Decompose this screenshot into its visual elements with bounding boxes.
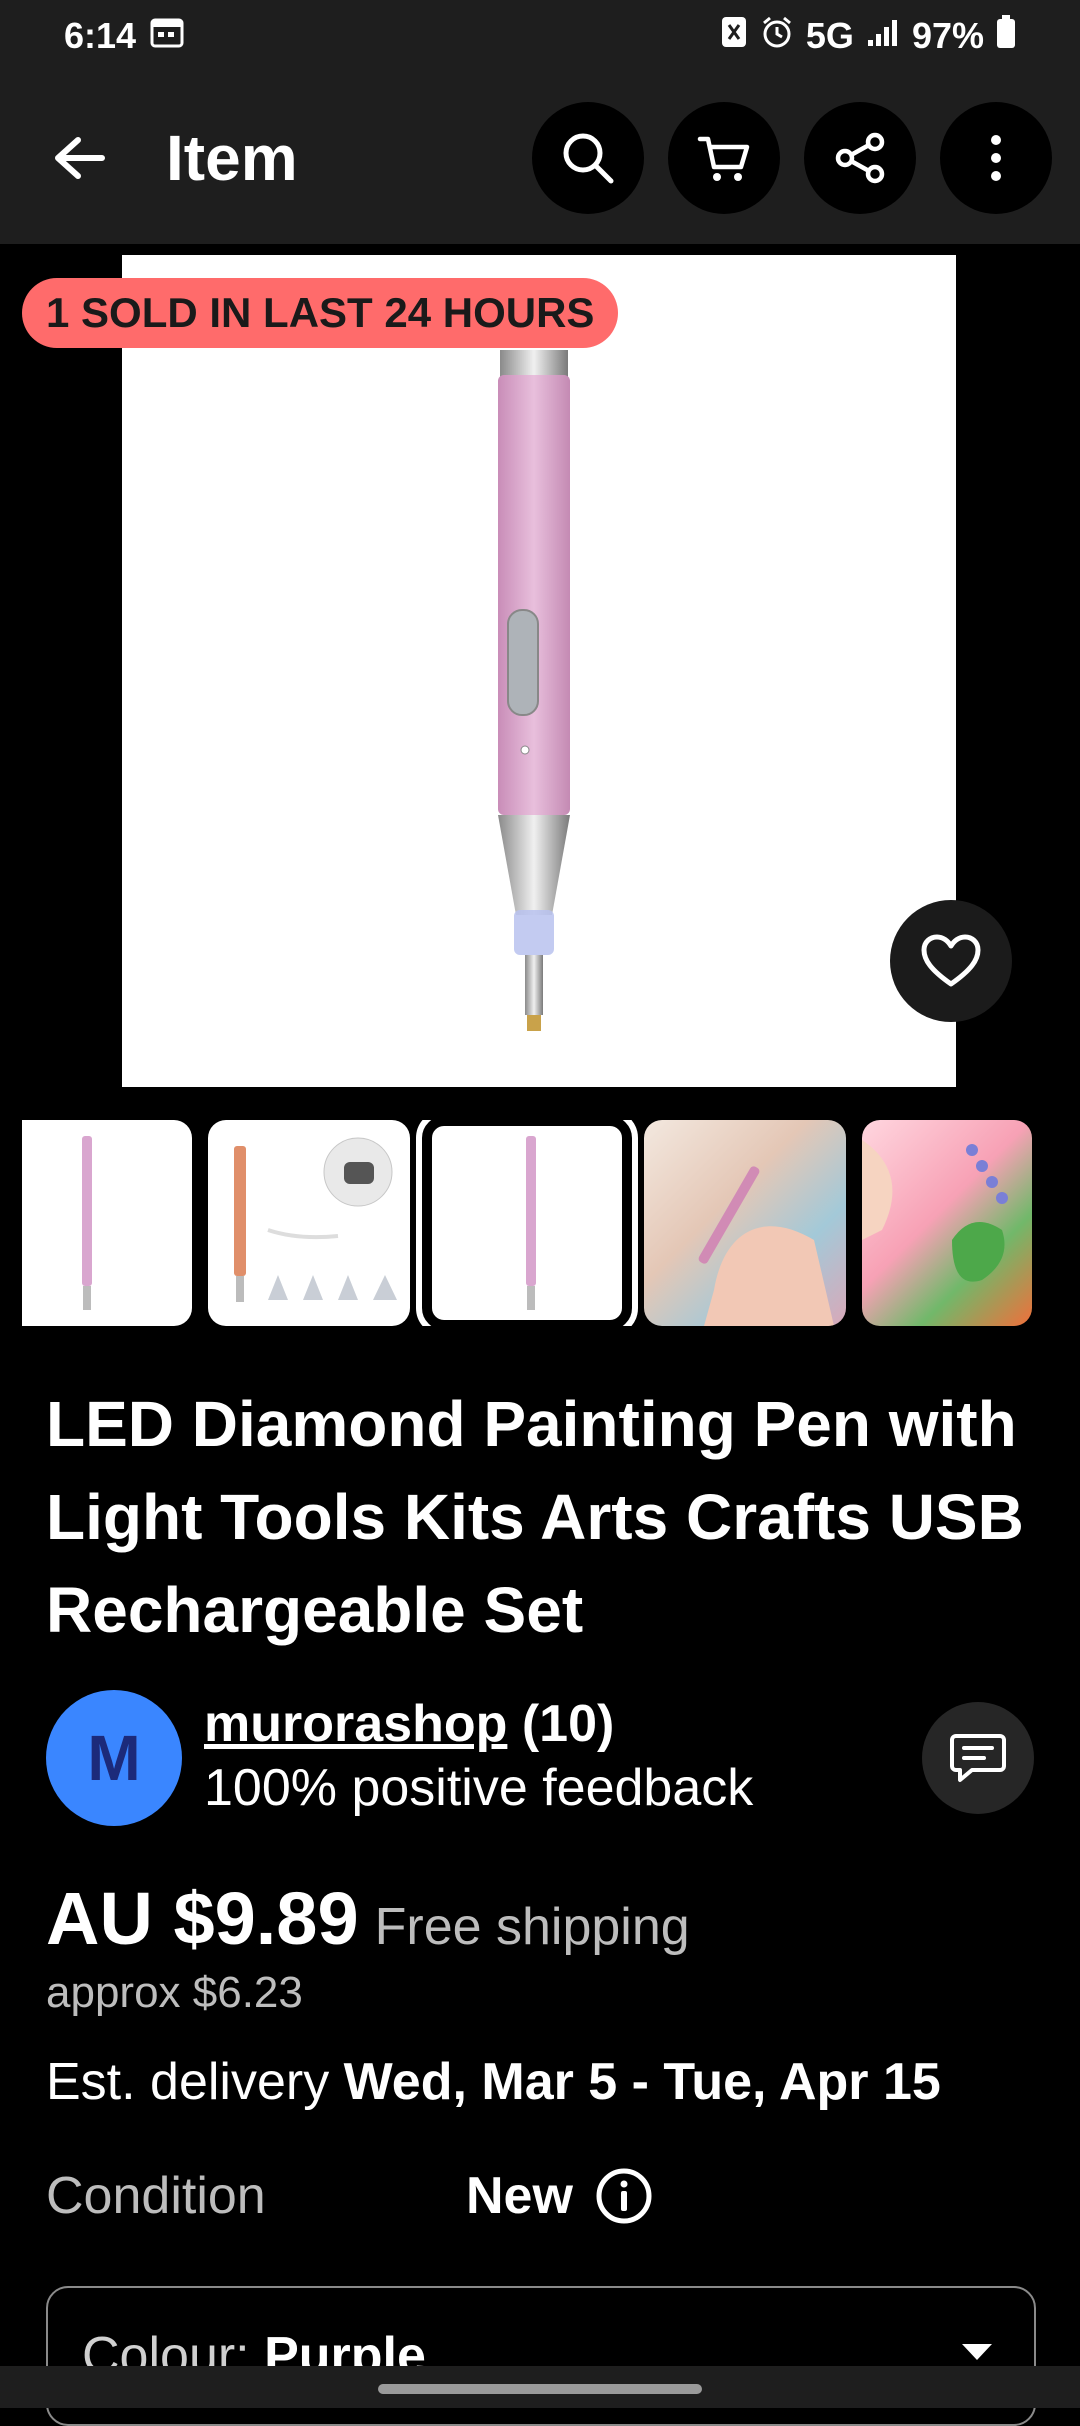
contact-seller-button[interactable]	[922, 1702, 1034, 1814]
info-icon	[596, 2168, 652, 2224]
shipping-cost: Free shipping	[374, 1898, 690, 1956]
message-icon	[950, 1734, 1006, 1782]
status-time: 6:14	[64, 15, 137, 56]
watchlist-button[interactable]	[890, 900, 1012, 1022]
seller-info: M murorashop (10) 100% positive feedback	[46, 1690, 1046, 1826]
more-vertical-icon	[991, 135, 1001, 181]
condition-row: Condition New	[46, 2160, 1046, 2232]
estimated-delivery: Est. delivery Wed, Mar 5 - Tue, Apr 15	[46, 2052, 941, 2112]
seller-feedback-percent: 100% positive feedback	[204, 1759, 754, 1817]
product-title: LED Diamond Painting Pen with Light Tool…	[46, 1388, 1024, 1646]
status-bar: 6:14 5G 97%	[0, 0, 1080, 72]
pen-thumbnail-image	[526, 1136, 536, 1310]
app-bar: Item	[0, 72, 1080, 244]
product-main-image[interactable]	[122, 255, 956, 1087]
sold-badge: 1 SOLD IN LAST 24 HOURS	[22, 278, 619, 348]
image-thumbnails[interactable]	[22, 1120, 1080, 1326]
pen-kit-thumbnail-image	[234, 1137, 397, 1302]
diamond-art-thumbnail-image	[862, 1140, 1008, 1282]
calendar-icon	[150, 15, 184, 57]
share-icon	[835, 132, 885, 184]
pen-thumbnail-image	[82, 1136, 92, 1310]
nfc-icon	[720, 15, 748, 58]
price-row: AU $9.89 Free shipping	[46, 1876, 690, 1961]
thumbnail-1[interactable]	[22, 1120, 192, 1326]
hand-painting-thumbnail-image	[698, 1166, 834, 1326]
cart-button[interactable]	[668, 102, 780, 214]
more-options-button[interactable]	[940, 102, 1052, 214]
condition-label: Condition	[46, 2167, 266, 2225]
led-pen-image	[498, 350, 570, 1031]
thumbnail-4[interactable]	[644, 1120, 846, 1326]
battery-level: 97%	[911, 15, 984, 56]
cart-icon	[697, 136, 750, 181]
thumbnail-2[interactable]	[208, 1120, 410, 1326]
home-gesture-handle[interactable]	[378, 2384, 702, 2394]
chevron-down-icon	[962, 2344, 992, 2360]
delivery-label: Est. delivery	[46, 2053, 344, 2111]
page-title: Item	[166, 122, 298, 194]
heart-icon	[921, 934, 981, 987]
approx-price: approx $6.23	[46, 1968, 303, 2017]
system-nav-bar	[0, 2366, 1080, 2408]
back-button[interactable]	[48, 126, 112, 190]
share-button[interactable]	[804, 102, 916, 214]
condition-value: New	[466, 2167, 573, 2225]
item-price: AU $9.89	[46, 1877, 359, 1960]
seller-feedback-count: (10)	[521, 1695, 615, 1753]
signal-icon	[866, 15, 900, 57]
delivery-range: Wed, Mar 5 - Tue, Apr 15	[343, 2053, 941, 2111]
network-label: 5G	[805, 15, 854, 56]
seller-name-link[interactable]: murorashop	[204, 1695, 507, 1753]
thumbnail-5[interactable]	[862, 1120, 1032, 1326]
arrow-left-icon	[55, 137, 105, 179]
search-icon	[563, 133, 614, 184]
battery-icon	[996, 14, 1016, 58]
alarm-icon	[760, 15, 794, 58]
condition-info-button[interactable]	[595, 2167, 653, 2225]
search-button[interactable]	[532, 102, 644, 214]
seller-avatar[interactable]: M	[46, 1690, 182, 1826]
thumbnail-3-selected[interactable]	[416, 1120, 638, 1326]
